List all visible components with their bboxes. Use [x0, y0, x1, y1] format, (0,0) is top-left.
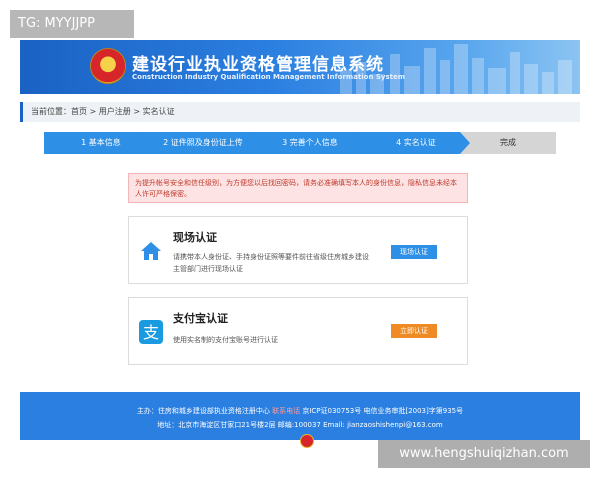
watermark-top: TG: MYYJJPP: [10, 10, 134, 38]
page: 建设行业执业资格管理信息系统 Construction Industry Qua…: [0, 0, 600, 480]
notice-banner: 为提升帐号安全和信任级别，为方便您以后找回密码，请务必准确填写本人的身份信息，隐…: [128, 173, 468, 203]
svg-text:支: 支: [143, 323, 159, 342]
step-basic-info: 1 基本信息: [44, 132, 158, 154]
gov-seal-icon: [300, 434, 314, 448]
breadcrumb: 当前位置：首页 > 用户注册 > 实名认证: [20, 102, 580, 122]
alipay-icon: 支: [139, 320, 163, 344]
alipay-auth-desc: 使用实名制的支付宝账号进行认证: [173, 336, 278, 344]
step-personal-info: 3 完善个人信息: [248, 132, 372, 154]
site-title: 建设行业执业资格管理信息系统: [132, 55, 384, 75]
footer-contact-link[interactable]: 联系电话: [272, 407, 300, 415]
footer-address: 地址：北京市海淀区甘家口21号楼2层 邮编:100037 Email: jian…: [157, 421, 443, 429]
footer-line-1: 主办：住房和城乡建设部执业资格注册中心 联系电话 京ICP证030753号 电信…: [20, 406, 580, 416]
watermark-bottom: www.hengshuiqizhan.com: [378, 440, 590, 468]
footer-icp: 京ICP证030753号 电信业务审批[2003]字第935号: [302, 407, 464, 415]
step-real-name: 4 实名认证: [354, 132, 478, 154]
site-header: 建设行业执业资格管理信息系统 Construction Industry Qua…: [20, 40, 580, 94]
progress-steps: 1 基本信息 2 证件照及身份证上传 3 完善个人信息 4 实名认证 完成: [44, 132, 556, 154]
site-footer: 主办：住房和城乡建设部执业资格注册中心 联系电话 京ICP证030753号 电信…: [20, 392, 580, 440]
house-icon: [141, 242, 161, 260]
onsite-auth-card: 现场认证 请携带本人身份证、手持身份证照等要件前往省级住房城乡建设主管部门进行现…: [128, 216, 468, 284]
alipay-auth-button[interactable]: 立即认证: [391, 324, 437, 338]
step-id-upload: 2 证件照及身份证上传: [140, 132, 266, 154]
step-complete: 完成: [460, 132, 556, 154]
onsite-auth-button[interactable]: 现场认证: [391, 245, 437, 259]
national-emblem-logo: [90, 48, 126, 84]
alipay-auth-card: 支 支付宝认证 使用实名制的支付宝账号进行认证 立即认证: [128, 297, 468, 365]
site-subtitle: Construction Industry Qualification Mana…: [132, 73, 406, 81]
footer-sponsor: 主办：住房和城乡建设部执业资格注册中心: [136, 407, 270, 415]
alipay-auth-title: 支付宝认证: [173, 312, 228, 325]
onsite-auth-desc: 请携带本人身份证、手持身份证照等要件前往省级住房城乡建设主管部门进行现场认证: [173, 253, 369, 273]
onsite-auth-title: 现场认证: [173, 231, 217, 244]
